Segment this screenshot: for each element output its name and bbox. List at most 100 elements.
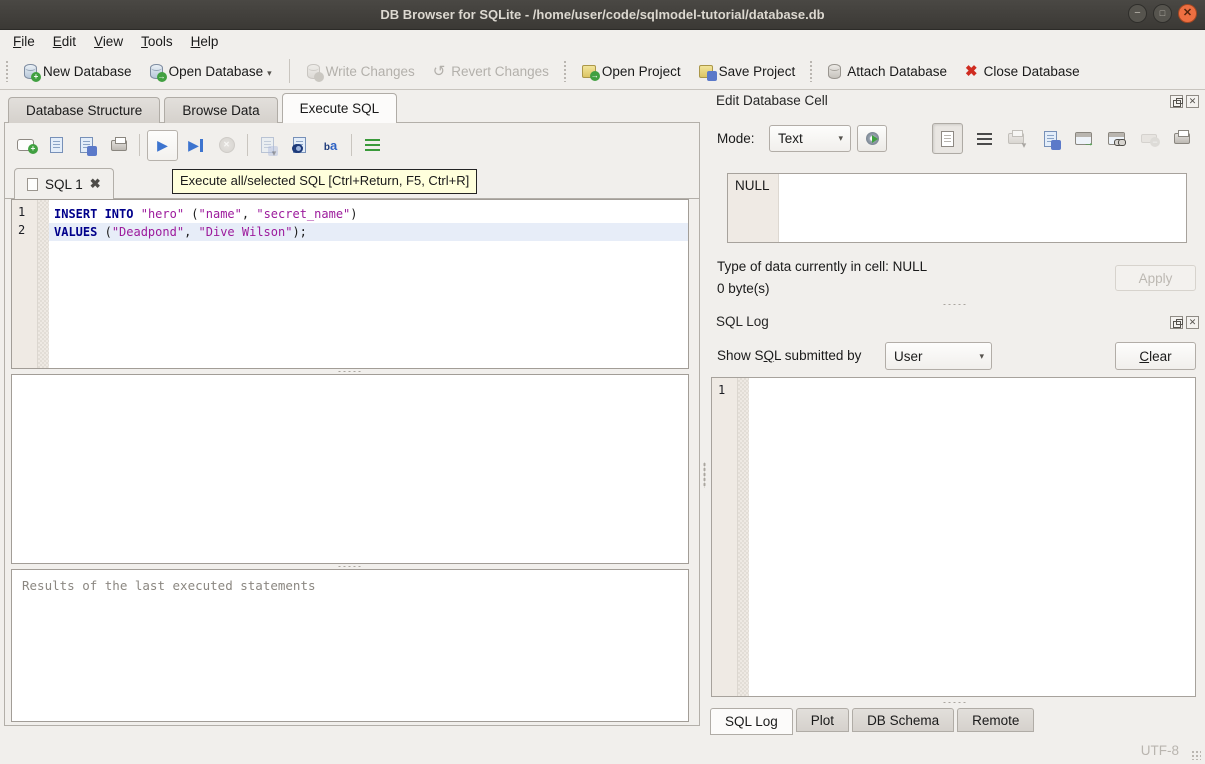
main-tab-bar: Database Structure Browse Data Execute S… [8, 95, 401, 123]
dock-splitter[interactable] [938, 700, 972, 705]
format-sql-button[interactable] [359, 132, 386, 159]
bar-icon [200, 139, 203, 152]
write-changes-button: Write Changes [298, 60, 424, 83]
write-changes-icon [307, 64, 320, 79]
close-panel-icon[interactable]: ✕ [1186, 316, 1199, 329]
resize-grip[interactable] [1191, 750, 1201, 760]
sql-tab-label: SQL 1 [45, 177, 83, 192]
open-sql-file-button[interactable] [43, 132, 70, 159]
document-icon [941, 131, 954, 147]
attach-database-icon [828, 64, 841, 79]
save-project-button[interactable]: Save Project [690, 60, 805, 83]
tab-db-schema[interactable]: DB Schema [852, 708, 954, 732]
replace-text-button[interactable]: ba [317, 132, 344, 159]
maximize-button[interactable]: □ [1153, 4, 1172, 23]
execute-all-button[interactable]: ▶ [147, 130, 178, 161]
float-panel-icon[interactable] [1170, 316, 1183, 329]
import-icon [1044, 131, 1057, 147]
cell-size-info: 0 byte(s) [717, 281, 770, 296]
toolbar-drag-handle[interactable] [5, 60, 10, 82]
sql-log-dock-buttons: ✕ [1170, 316, 1199, 329]
sql-toolbar: + ▾ ▶ ▶ ✕ ▾ ba [12, 128, 386, 162]
sql-tab-close-icon[interactable]: ✖ [90, 176, 101, 192]
log-filter-value: User [894, 349, 923, 364]
tab-execute-sql[interactable]: Execute SQL [282, 93, 398, 123]
toolbar-drag-handle[interactable] [809, 60, 814, 82]
toolbar-separator [289, 59, 290, 83]
play-icon: ▶ [157, 138, 168, 152]
find-button[interactable] [286, 132, 313, 159]
save-results-button: ▾ [255, 132, 282, 159]
export-icon: → [1075, 132, 1092, 145]
log-line-gutter: 1 [712, 378, 738, 696]
line-number-gutter: 1 2 [12, 200, 38, 368]
clear-log-button[interactable]: Clear [1115, 342, 1196, 370]
line-number: 2 [18, 223, 37, 241]
database-new-icon: + [24, 64, 37, 79]
chevron-down-icon: ▾ [979, 351, 984, 362]
execute-line-button[interactable]: ▶ [182, 132, 209, 159]
sql-code[interactable]: INSERT INTO "hero" ("name", "secret_name… [49, 200, 688, 368]
log-filter-select[interactable]: User ▾ [885, 342, 992, 370]
text-view-button[interactable] [932, 123, 963, 154]
mode-select[interactable]: Text ▾ [769, 125, 851, 152]
save-sql-file-button[interactable]: ▾ [74, 132, 101, 159]
chevron-down-icon: ▾ [838, 133, 843, 144]
tab-plot[interactable]: Plot [796, 708, 849, 732]
tab-browse-data[interactable]: Browse Data [164, 97, 277, 123]
window-controls: − □ ✕ [1128, 4, 1197, 23]
mode-label: Mode: [717, 131, 755, 146]
menu-edit[interactable]: Edit [44, 32, 85, 51]
sql-log-view[interactable]: 1 [711, 377, 1196, 697]
toolbar-separator [139, 134, 140, 156]
toolbar-drag-handle[interactable] [563, 60, 568, 82]
sql-tab[interactable]: SQL 1 ✖ [14, 168, 114, 199]
minimize-button[interactable]: − [1128, 4, 1147, 23]
open-database-button[interactable]: → Open Database ▾ [141, 60, 281, 83]
tab-database-structure[interactable]: Database Structure [8, 97, 160, 123]
replace-text-icon: ba [324, 138, 337, 153]
sql-editor[interactable]: 1 2 INSERT INTO "hero" ("name", "secret_… [11, 199, 689, 369]
toolbar-separator [247, 134, 248, 156]
float-panel-icon[interactable] [1170, 95, 1183, 108]
open-file-icon [50, 137, 63, 153]
new-sql-tab-button[interactable]: + [12, 132, 39, 159]
set-null-button [1137, 127, 1161, 151]
dock-splitter[interactable] [938, 302, 972, 307]
execute-tooltip: Execute all/selected SQL [Ctrl+Return, F… [172, 169, 477, 194]
tab-remote[interactable]: Remote [957, 708, 1034, 732]
tab-sql-log[interactable]: SQL Log [710, 708, 793, 735]
cell-value-content[interactable] [779, 174, 1186, 242]
open-database-dropdown-icon[interactable]: ▾ [267, 68, 272, 79]
fold-margin [738, 378, 749, 696]
close-database-button[interactable]: ✖ Close Database [956, 60, 1089, 83]
menu-tools[interactable]: Tools [132, 32, 182, 51]
close-button[interactable]: ✕ [1178, 4, 1197, 23]
export-data-button[interactable]: → [1071, 127, 1095, 151]
print-sql-button[interactable] [105, 132, 132, 159]
menu-bar: File Edit View Tools Help [0, 30, 1205, 53]
find-icon [293, 137, 306, 153]
menu-view[interactable]: View [85, 32, 132, 51]
revert-changes-icon: ↺ [433, 64, 446, 79]
menu-help[interactable]: Help [182, 32, 228, 51]
open-project-button[interactable]: → Open Project [573, 60, 690, 83]
close-panel-icon[interactable]: ✕ [1186, 95, 1199, 108]
menu-file[interactable]: File [4, 32, 44, 51]
query-results-grid[interactable] [11, 374, 689, 564]
word-wrap-button[interactable] [972, 127, 996, 151]
panel-splitter[interactable] [701, 455, 708, 495]
word-wrap-icon [977, 133, 992, 145]
print-icon [111, 140, 127, 151]
link-data-button[interactable] [1104, 127, 1128, 151]
auto-apply-button[interactable] [857, 125, 887, 152]
new-database-button[interactable]: + New Database [15, 60, 141, 83]
attach-database-button[interactable]: Attach Database [819, 60, 956, 83]
print-cell-button[interactable] [1170, 127, 1194, 151]
toolbar-separator [351, 134, 352, 156]
main-toolbar: + New Database → Open Database ▾ Write C… [0, 53, 1205, 90]
close-database-icon: ✖ [965, 64, 978, 79]
new-tab-icon: + [17, 139, 34, 151]
import-data-button[interactable] [1038, 127, 1062, 151]
cell-value-editor[interactable]: NULL [727, 173, 1187, 243]
